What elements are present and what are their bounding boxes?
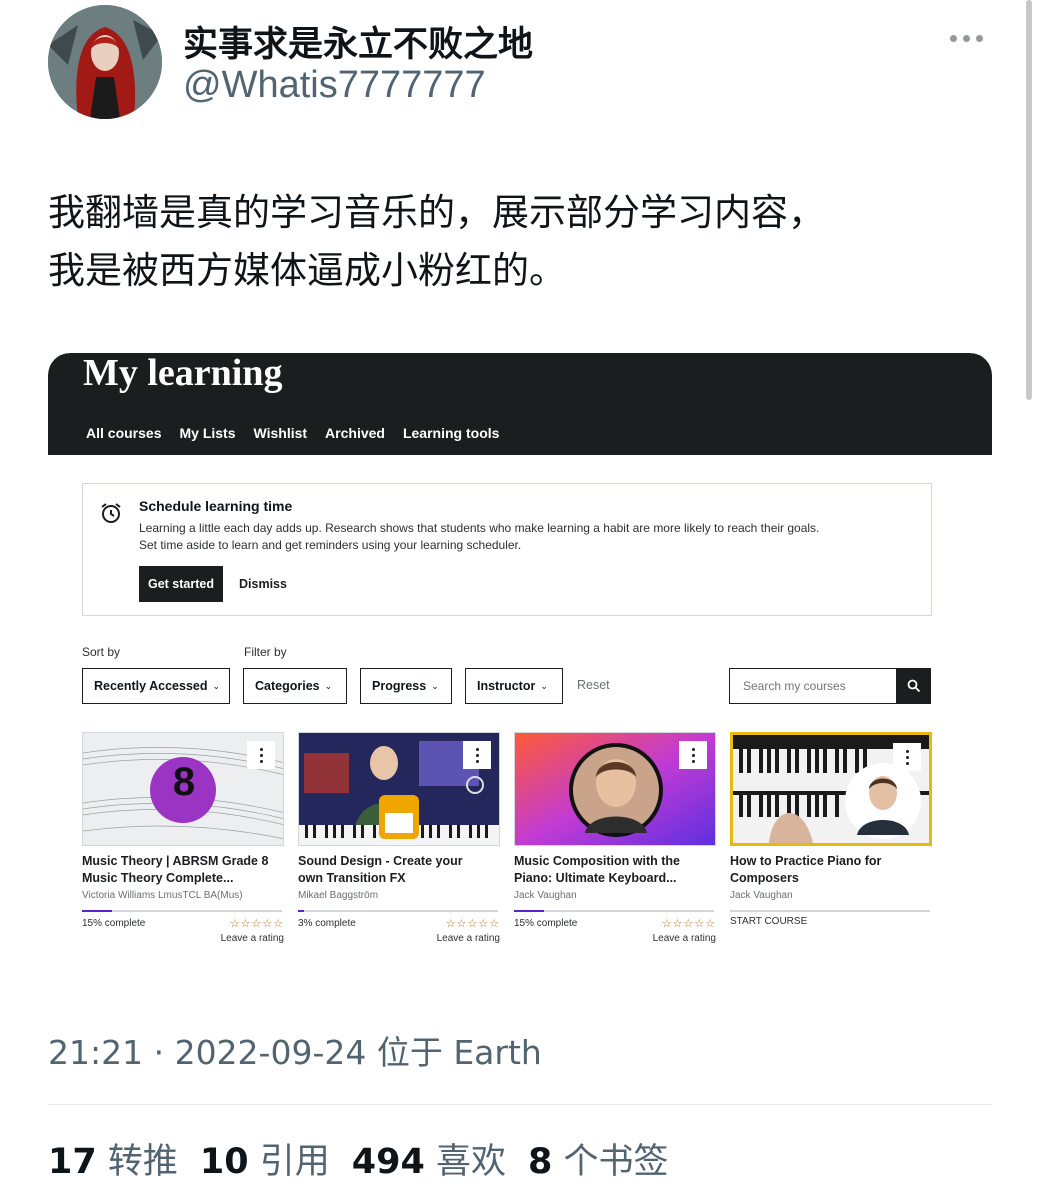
- retweets-label: 转推: [107, 1142, 178, 1182]
- progress-label: Progress: [372, 679, 427, 693]
- instructor-dropdown[interactable]: Instructor ⌄: [465, 668, 563, 704]
- tab-wishlist[interactable]: Wishlist: [254, 425, 308, 449]
- bookmarks-label: 个书签: [563, 1142, 669, 1182]
- tab-bar: All courses My Lists Wishlist Archived L…: [81, 425, 499, 471]
- progress-bar: [514, 910, 714, 912]
- schedule-description: Learning a little each day adds up. Rese…: [139, 521, 820, 552]
- likes-label: 喜欢: [435, 1142, 506, 1182]
- dismiss-button[interactable]: Dismiss: [239, 566, 287, 602]
- progress-text: 15% complete: [82, 918, 146, 929]
- progress-bar: [298, 910, 498, 912]
- bookmarks-count: 8: [527, 1142, 553, 1182]
- divider: [48, 1104, 992, 1105]
- likes-stat[interactable]: 494 喜欢: [352, 1133, 506, 1184]
- course-instructor: Mikael Baggström: [298, 890, 379, 901]
- bookmarks-stat[interactable]: 8 个书签: [528, 1133, 669, 1184]
- course-card[interactable]: How to Practice Piano for Composers Jack…: [730, 732, 932, 952]
- learning-header: My learning All courses My Lists Wishlis…: [48, 353, 992, 471]
- progress-text: 15% complete: [514, 918, 578, 929]
- course-instructor: Jack Vaughan: [730, 890, 793, 901]
- chevron-down-icon: ⌄: [324, 680, 333, 691]
- course-title[interactable]: Music Theory | ABRSM Grade 8 Music Theor…: [82, 853, 284, 887]
- retweets-count: 17: [48, 1142, 97, 1182]
- search-input[interactable]: [729, 668, 897, 704]
- course-instructor: Victoria Williams LmusTCL BA(Mus): [82, 890, 243, 901]
- quotes-count: 10: [199, 1142, 249, 1182]
- tweet-timestamp[interactable]: 21:21 · 2022-09-24 位于 Earth: [48, 1026, 542, 1074]
- course-thumbnail: [298, 732, 500, 846]
- search-icon: [907, 679, 920, 693]
- chevron-down-icon: ⌄: [431, 680, 439, 691]
- categories-label: Categories: [255, 679, 320, 693]
- progress-bar: [82, 910, 282, 912]
- course-card[interactable]: 8 Music Theory | ABRSM Grade 8 Music The…: [82, 732, 284, 952]
- sort-dropdown[interactable]: Recently Accessed ⌄: [82, 668, 230, 704]
- progress-fill: [514, 910, 544, 912]
- start-course-link[interactable]: START COURSE: [730, 916, 807, 927]
- tab-archived[interactable]: Archived: [325, 425, 385, 449]
- course-thumbnail: 8: [82, 732, 284, 846]
- retweets-stat[interactable]: 17 转推: [48, 1133, 178, 1184]
- page-scrollbar[interactable]: [1026, 0, 1032, 400]
- instructor-label: Instructor: [477, 679, 536, 693]
- course-title[interactable]: How to Practice Piano for Composers: [730, 853, 932, 887]
- schedule-title: Schedule learning time: [139, 498, 293, 514]
- get-started-button[interactable]: Get started: [139, 566, 223, 602]
- leave-rating-link[interactable]: Leave a rating: [437, 933, 500, 944]
- progress-dropdown[interactable]: Progress ⌄: [360, 668, 452, 704]
- course-thumbnail: [730, 732, 932, 846]
- reset-button[interactable]: Reset: [577, 678, 610, 692]
- chevron-down-icon: ⌄: [212, 680, 221, 691]
- page-title: My learning: [83, 353, 283, 394]
- progress-bar: [730, 910, 930, 912]
- sort-value: Recently Accessed: [94, 679, 208, 693]
- course-title[interactable]: Music Composition with the Piano: Ultima…: [514, 853, 716, 887]
- quotes-label: 引用: [259, 1142, 330, 1182]
- course-title[interactable]: Sound Design - Create your own Transitio…: [298, 853, 500, 887]
- more-horizontal-icon[interactable]: [950, 30, 990, 46]
- progress-fill: [82, 910, 112, 912]
- star-rating-icon[interactable]: ☆☆☆☆☆: [662, 917, 716, 930]
- course-thumbnail: [514, 732, 716, 846]
- tab-my-lists[interactable]: My Lists: [179, 425, 235, 449]
- tab-all-courses[interactable]: All courses: [81, 425, 166, 471]
- leave-rating-link[interactable]: Leave a rating: [653, 933, 716, 944]
- tab-learning-tools[interactable]: Learning tools: [403, 425, 499, 449]
- progress-fill: [298, 910, 304, 912]
- course-instructor: Jack Vaughan: [514, 890, 577, 901]
- star-rating-icon[interactable]: ☆☆☆☆☆: [446, 917, 500, 930]
- course-card[interactable]: Sound Design - Create your own Transitio…: [298, 732, 500, 952]
- more-vertical-icon[interactable]: [463, 741, 491, 769]
- likes-count: 494: [351, 1142, 425, 1182]
- filter-label: Filter by: [244, 645, 287, 659]
- leave-rating-link[interactable]: Leave a rating: [221, 933, 284, 944]
- categories-dropdown[interactable]: Categories ⌄: [243, 668, 347, 704]
- user-handle[interactable]: @Whatis7777777: [183, 64, 486, 107]
- star-rating-icon[interactable]: ☆☆☆☆☆: [230, 917, 284, 930]
- progress-text: 3% complete: [298, 918, 356, 929]
- avatar[interactable]: [48, 5, 162, 119]
- tweet-text: 我翻墙是真的学习音乐的，展示部分学习内容， 我是被西方媒体逼成小粉红的。: [48, 191, 825, 292]
- engagement-stats: 17 转推 10 引用 494 喜欢 8 个书签: [48, 1133, 668, 1184]
- search-button[interactable]: [896, 668, 931, 704]
- attached-screenshot[interactable]: My learning All courses My Lists Wishlis…: [48, 353, 992, 955]
- schedule-banner: Schedule learning time Learning a little…: [82, 483, 932, 616]
- sort-label: Sort by: [82, 645, 121, 659]
- more-vertical-icon[interactable]: [679, 741, 707, 769]
- display-name[interactable]: 实事求是永立不败之地: [183, 16, 533, 67]
- quotes-stat[interactable]: 10 引用: [200, 1133, 330, 1184]
- more-vertical-icon[interactable]: [247, 741, 275, 769]
- course-card[interactable]: Music Composition with the Piano: Ultima…: [514, 732, 716, 952]
- more-vertical-icon[interactable]: [893, 743, 921, 771]
- chevron-down-icon: ⌄: [540, 680, 548, 691]
- alarm-clock-icon: [101, 503, 121, 523]
